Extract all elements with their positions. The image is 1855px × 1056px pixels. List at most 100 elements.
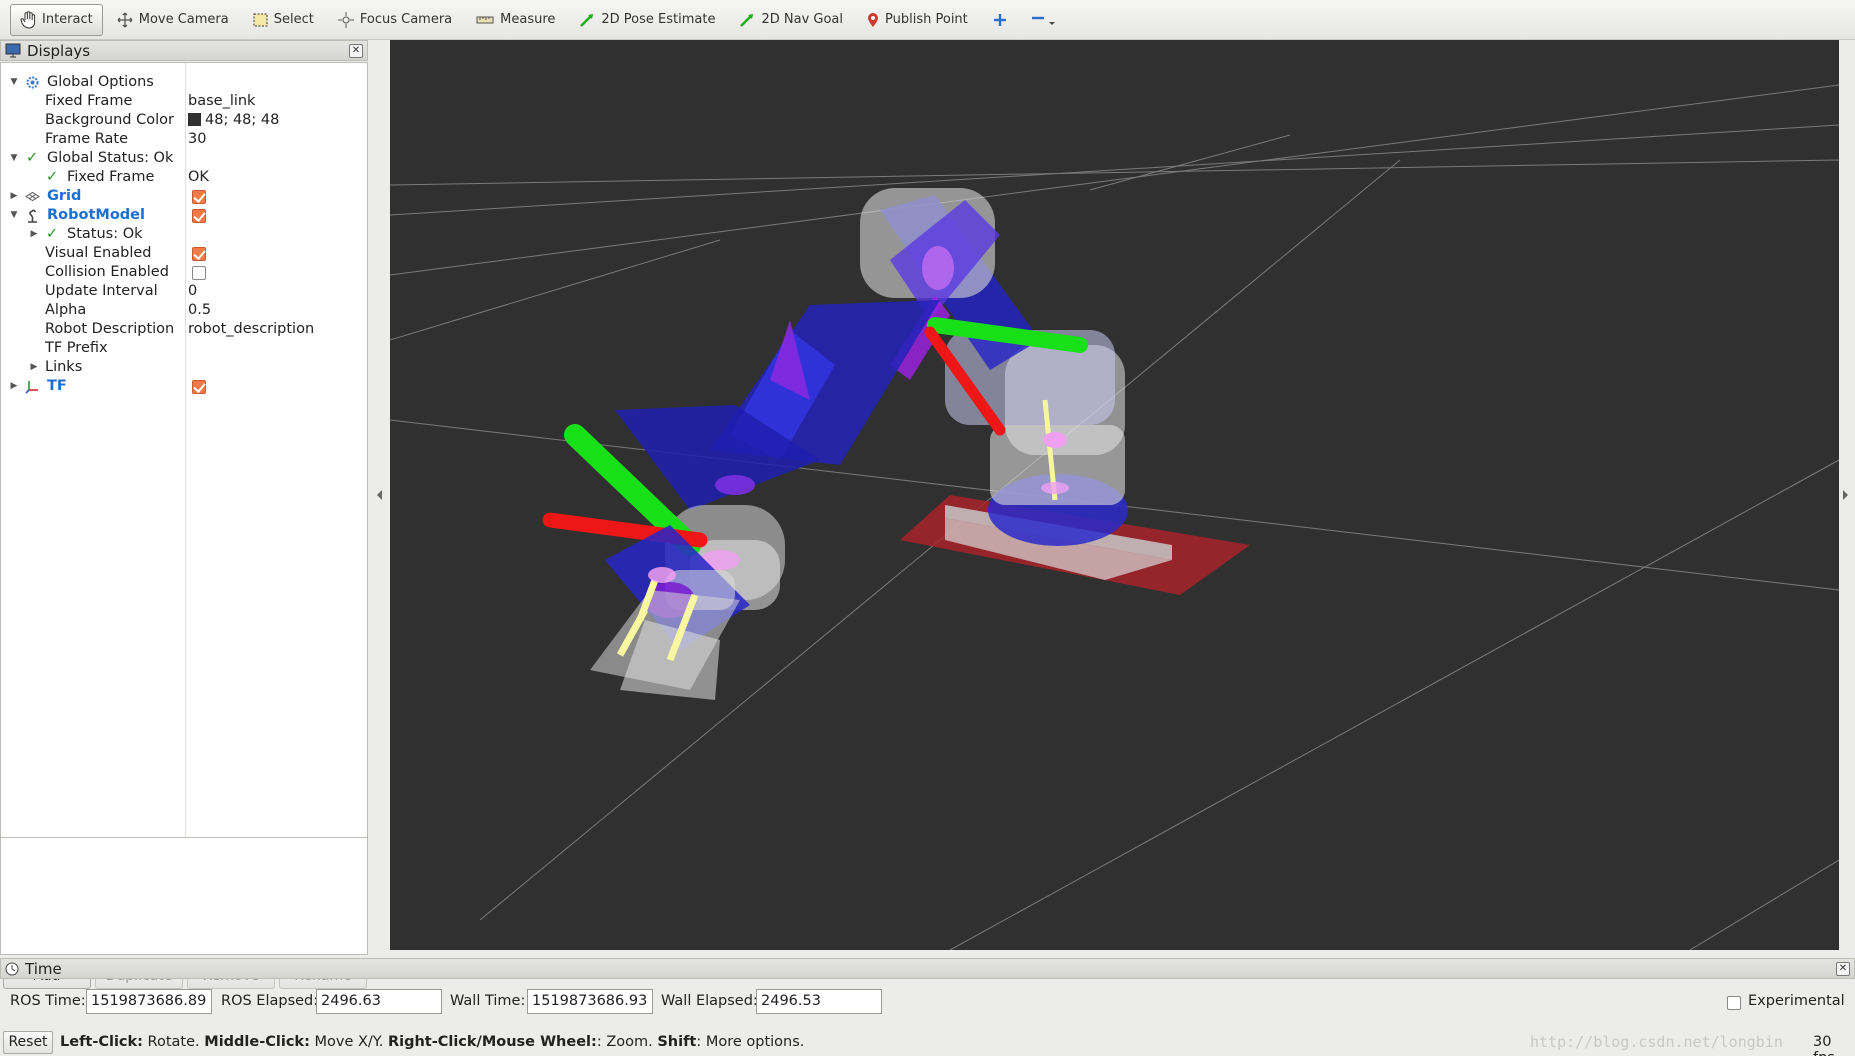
select-icon (253, 13, 268, 26)
tree-row-fixed-frame[interactable]: Fixed Frame base_link (1, 92, 367, 111)
tree-row-collision-enabled[interactable]: Collision Enabled (1, 263, 367, 282)
pose-estimate-tool-button[interactable]: 2D Pose Estimate (569, 4, 725, 36)
tf-label: TF (47, 378, 67, 394)
robot-status-label: Status: Ok (67, 226, 143, 242)
tree-row-robot-model[interactable]: ▼ RobotModel (1, 206, 367, 225)
wall-elapsed-field[interactable]: 2496.53 (756, 989, 882, 1014)
tf-prefix-label: TF Prefix (45, 340, 108, 356)
collapsed-arrow-icon[interactable]: ▶ (28, 225, 40, 244)
hint-text-zoom: : Zoom. (596, 1034, 658, 1050)
tree-row-status-fixed-frame[interactable]: ✓ Fixed Frame OK (1, 168, 367, 187)
ros-time-field[interactable]: 1519873686.89 (86, 989, 212, 1014)
remove-tool-menu-button[interactable] (1022, 4, 1066, 36)
background-color-value[interactable]: 48; 48; 48 (188, 111, 279, 130)
robot-model-enabled-checkbox[interactable] (192, 209, 206, 223)
checkmark-icon: ✓ (46, 226, 59, 242)
render-3d-view[interactable] (389, 40, 1840, 951)
collision-enabled-label: Collision Enabled (45, 264, 169, 280)
tree-row-links[interactable]: ▶ Links (1, 358, 367, 377)
wall-time-field[interactable]: 1519873686.93 (527, 989, 653, 1014)
grid-label: Grid (47, 188, 82, 204)
fixed-frame-value[interactable]: base_link (188, 92, 255, 111)
interact-tool-button[interactable]: Interact (10, 3, 103, 36)
displays-title: Displays (27, 41, 91, 60)
experimental-label: Experimental (1748, 993, 1845, 1009)
status-fixed-frame-value: OK (188, 169, 209, 185)
update-interval-value[interactable]: 0 (188, 282, 197, 301)
robot-description-value[interactable]: robot_description (188, 320, 314, 339)
alpha-label: Alpha (45, 302, 87, 318)
measure-tool-button[interactable]: Measure (466, 4, 565, 36)
watermark-text: http://blog.csdn.net/longbin (1530, 1033, 1783, 1051)
experimental-checkbox[interactable] (1727, 996, 1741, 1010)
add-tool-button[interactable] (982, 4, 1018, 36)
measure-tool-label: Measure (500, 12, 556, 27)
nav-goal-tool-label: 2D Nav Goal (761, 12, 844, 27)
ros-time-label: ROS Time: (10, 993, 86, 1009)
panel-splitter[interactable] (370, 40, 390, 950)
collision-enabled-checkbox[interactable] (192, 266, 206, 280)
green-arrow-icon (740, 13, 754, 27)
hint-text-move: Move X/Y. (309, 1034, 388, 1050)
checkmark-icon: ✓ (26, 150, 39, 166)
pose-estimate-tool-label: 2D Pose Estimate (601, 12, 716, 27)
gear-icon (26, 76, 39, 89)
nav-goal-tool-button[interactable]: 2D Nav Goal (729, 4, 853, 36)
tree-row-tf[interactable]: ▶ TF (1, 377, 367, 396)
close-icon[interactable]: ✕ (349, 44, 363, 58)
expand-arrow-icon[interactable]: ▼ (8, 73, 20, 92)
hint-key-left-click: Left-Click: (60, 1034, 143, 1050)
reset-button[interactable]: Reset (3, 1031, 53, 1054)
background-color-text: 48; 48; 48 (205, 112, 280, 128)
time-panel-title: Time (25, 959, 62, 978)
collapsed-arrow-icon[interactable]: ▶ (8, 187, 20, 206)
tree-row-global-status[interactable]: ▼ ✓ Global Status: Ok (1, 149, 367, 168)
move-camera-tool-label: Move Camera (138, 12, 229, 27)
grid-enabled-checkbox[interactable] (192, 190, 206, 204)
tree-row-visual-enabled[interactable]: Visual Enabled (1, 244, 367, 263)
ros-elapsed-field[interactable]: 2496.63 (316, 989, 442, 1014)
collapsed-arrow-icon[interactable]: ▶ (28, 358, 40, 377)
minus-dropdown-icon (1031, 16, 1055, 25)
expand-arrow-icon[interactable]: ▼ (8, 149, 20, 168)
right-dock-edge[interactable] (1839, 40, 1855, 950)
tree-row-update-interval[interactable]: Update Interval 0 (1, 282, 367, 301)
tree-row-tf-prefix[interactable]: TF Prefix (1, 339, 367, 358)
tree-row-alpha[interactable]: Alpha 0.5 (1, 301, 367, 320)
move-camera-icon (117, 12, 133, 27)
tree-row-global-options[interactable]: ▼ Global Options (1, 73, 367, 92)
alpha-value[interactable]: 0.5 (188, 301, 211, 320)
hint-key-shift: Shift (657, 1034, 697, 1050)
robot-model-label: RobotModel (47, 207, 145, 223)
tree-row-grid[interactable]: ▶ Grid (1, 187, 367, 206)
tree-row-background-color[interactable]: Background Color 48; 48; 48 (1, 111, 367, 130)
axes-icon (25, 381, 38, 394)
collapse-arrow-icon[interactable] (377, 490, 383, 500)
tree-row-robot-description[interactable]: Robot Description robot_description (1, 320, 367, 339)
tree-row-frame-rate[interactable]: Frame Rate 30 (1, 130, 367, 149)
status-bar: Reset Left-Click: Rotate. Middle-Click: … (0, 1030, 1855, 1056)
visual-enabled-checkbox[interactable] (192, 247, 206, 261)
select-tool-button[interactable]: Select (243, 4, 324, 36)
expand-arrow-icon[interactable] (1843, 490, 1849, 500)
frame-rate-value[interactable]: 30 (188, 130, 206, 149)
status-hint: Left-Click: Rotate. Middle-Click: Move X… (60, 1034, 804, 1050)
collapsed-arrow-icon[interactable]: ▶ (8, 377, 20, 396)
description-box (0, 837, 368, 955)
robot-scene (389, 84, 1840, 951)
time-panel-header: Time ✕ (0, 958, 1855, 979)
focus-camera-tool-button[interactable]: Focus Camera (328, 4, 462, 36)
close-icon[interactable]: ✕ (1836, 962, 1850, 976)
expand-arrow-icon[interactable]: ▼ (8, 206, 20, 225)
ros-elapsed-label: ROS Elapsed: (221, 993, 319, 1009)
move-camera-tool-button[interactable]: Move Camera (107, 4, 239, 36)
tf-enabled-checkbox[interactable] (192, 380, 206, 394)
tree-row-robot-status[interactable]: ▶ ✓ Status: Ok (1, 225, 367, 244)
displays-tree: ▼ Global Options Fixed Frame base_link B… (0, 62, 368, 852)
visual-enabled-label: Visual Enabled (45, 245, 152, 261)
displays-header: Displays ✕ (0, 40, 368, 61)
publish-point-tool-label: Publish Point (885, 12, 968, 27)
status-fixed-frame-label: Fixed Frame (67, 169, 155, 185)
publish-point-tool-button[interactable]: Publish Point (857, 4, 978, 36)
robot-description-label: Robot Description (45, 321, 175, 337)
